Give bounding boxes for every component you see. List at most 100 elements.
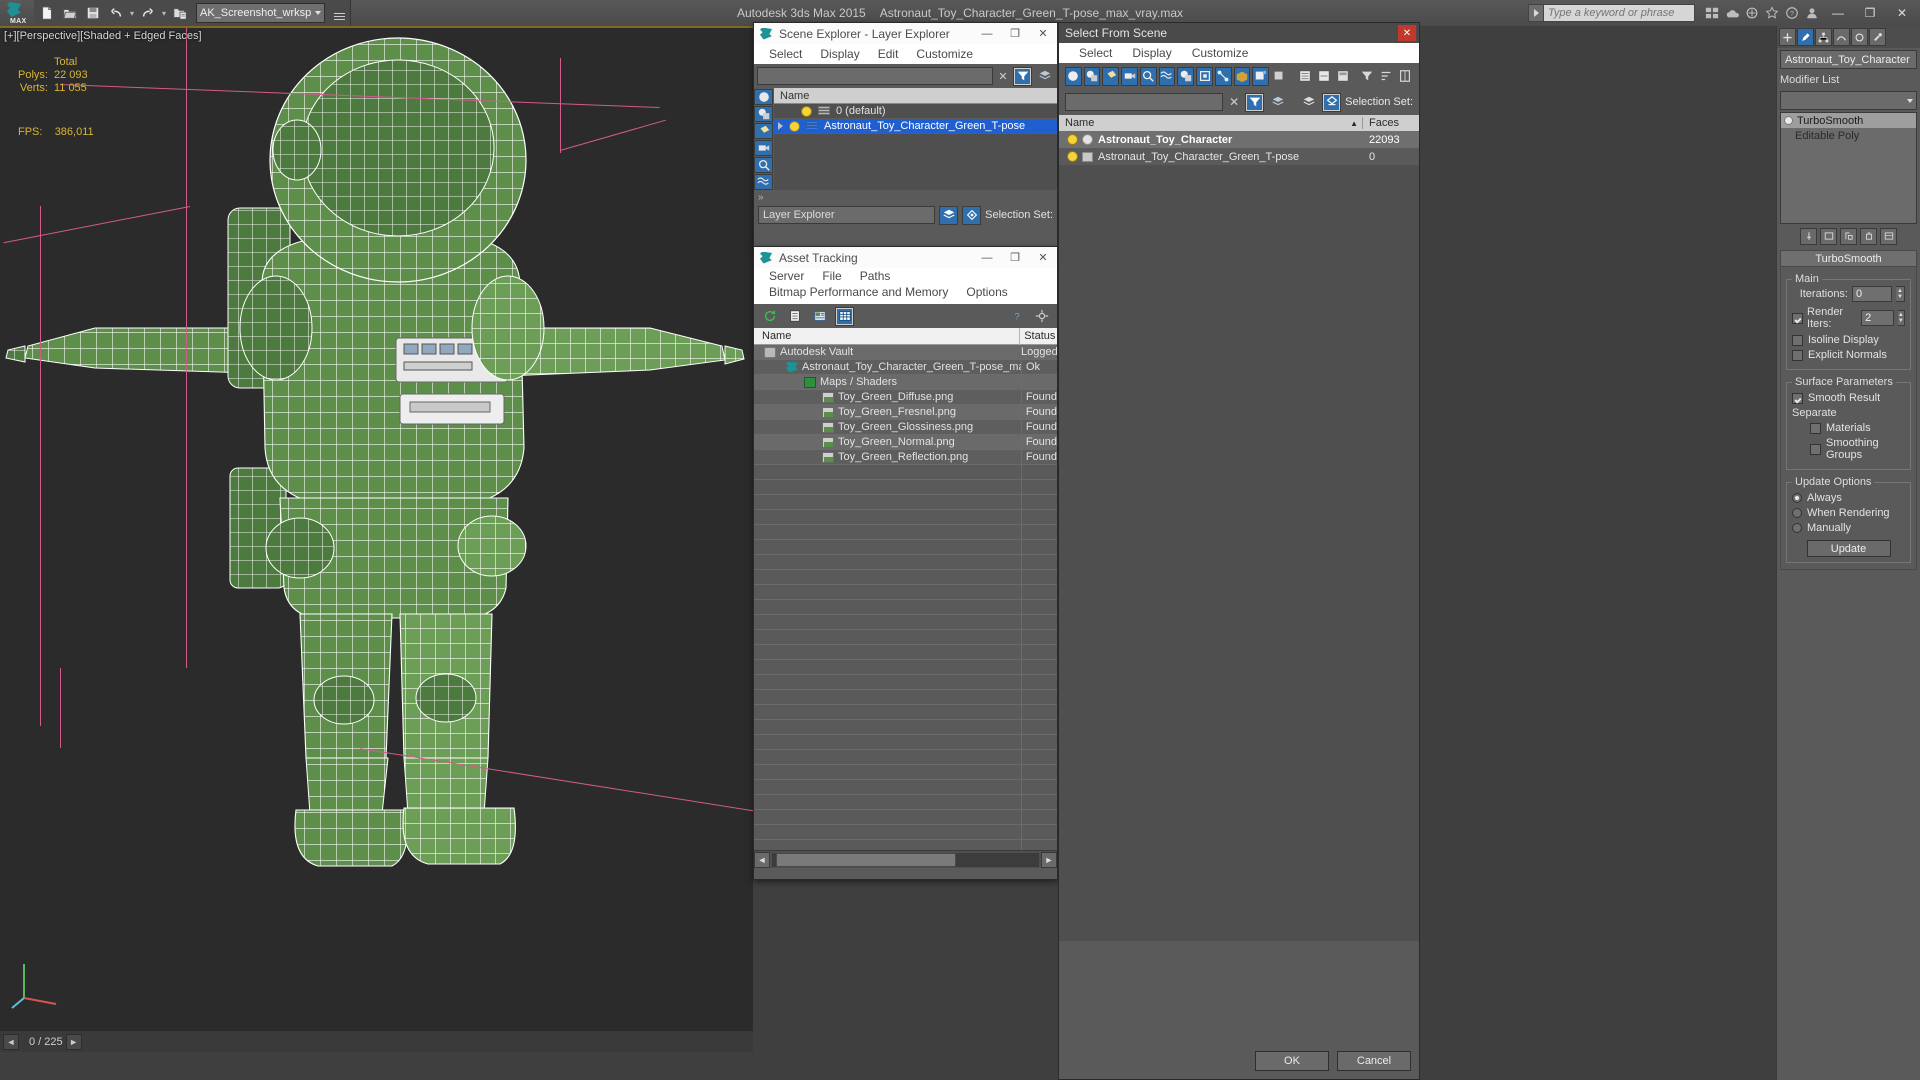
object-visibility-bulb-icon[interactable] (1067, 151, 1078, 162)
redo-icon[interactable] (137, 2, 159, 24)
menu-options[interactable]: Options (957, 284, 1016, 300)
refresh-icon[interactable] (760, 306, 779, 326)
menu-display[interactable]: Display (811, 46, 868, 62)
update-manually-option[interactable]: Manually (1792, 522, 1905, 534)
menu-server[interactable]: Server (760, 268, 813, 284)
hierarchy-tab[interactable] (1815, 28, 1832, 46)
expand-arrow-icon[interactable] (778, 122, 783, 130)
helpers-filter-icon[interactable] (754, 157, 773, 173)
isoline-display-option[interactable]: Isoline Display (1792, 334, 1905, 346)
shapes-filter-icon[interactable] (754, 106, 773, 122)
smoothing-groups-option[interactable]: Smoothing Groups (1792, 437, 1905, 461)
minimize-button[interactable]: — (1823, 2, 1853, 24)
lights-filter-icon[interactable] (1102, 66, 1120, 86)
render-iters-value[interactable]: 2 (1861, 310, 1894, 326)
scroll-left-arrow-icon[interactable]: ◄ (754, 851, 770, 868)
extra-filter-icon[interactable] (1271, 66, 1288, 86)
modifier-stack[interactable]: TurboSmooth Editable Poly (1780, 112, 1917, 224)
layer-visibility-bulb-icon[interactable] (789, 120, 800, 132)
select-from-scene-dialog[interactable]: Select From Scene ✕ Select Display Custo… (1058, 22, 1420, 1080)
explorer-name-field[interactable]: Layer Explorer (758, 206, 936, 224)
geometry-filter-icon[interactable] (754, 89, 773, 105)
asset-row[interactable]: Toy_Green_Glossiness.png Found (754, 419, 1057, 435)
object-visibility-bulb-icon[interactable] (1067, 134, 1078, 145)
column-status[interactable]: Status (1020, 328, 1057, 345)
isoline-display-checkbox[interactable] (1792, 334, 1803, 346)
pin-stack-icon[interactable] (1800, 227, 1817, 245)
show-end-result-icon[interactable] (1820, 227, 1837, 245)
redo-dropdown-icon[interactable]: ▾ (160, 2, 168, 24)
update-always-option[interactable]: Always (1792, 492, 1905, 504)
object-name-field[interactable]: Astronaut_Toy_Character (1780, 50, 1917, 69)
list-view-icon[interactable] (785, 306, 804, 326)
asset-row[interactable]: Toy_Green_Reflection.png Found (754, 449, 1057, 465)
viewport-label[interactable]: [+][Perspective][Shaded + Edged Faces] (4, 30, 202, 42)
layer-visibility-bulb-icon[interactable] (801, 105, 812, 117)
save-file-icon[interactable] (82, 2, 104, 24)
modify-tab[interactable] (1797, 28, 1814, 46)
undo-dropdown-icon[interactable]: ▾ (128, 2, 136, 24)
asset-settings-icon[interactable] (1032, 306, 1051, 326)
asset-tracking-titlebar[interactable]: Asset Tracking — ❐ ✕ (754, 247, 1057, 268)
filter-icon[interactable] (1245, 92, 1265, 112)
layer-row[interactable]: Astronaut_Toy_Character_Green_T-pose (774, 119, 1057, 134)
pin-columns-icon[interactable] (1396, 66, 1413, 86)
xrefs-filter-icon[interactable] (1196, 66, 1213, 86)
column-name[interactable]: Name ▲ (1059, 117, 1363, 129)
explicit-normals-checkbox[interactable] (1792, 349, 1803, 361)
menu-customize[interactable]: Customize (1182, 45, 1259, 61)
menu-select[interactable]: Select (1069, 45, 1122, 61)
create-tab[interactable] (1779, 28, 1796, 46)
workspace-selector[interactable]: AK_Screenshot_wrksp (196, 3, 326, 23)
selection-set-icon[interactable] (962, 205, 982, 225)
menu-paths[interactable]: Paths (851, 268, 900, 284)
autodesk-360-icon[interactable] (1723, 3, 1741, 23)
workspace-grid-icon[interactable] (1703, 3, 1721, 23)
layer-row[interactable]: 0 (default) (774, 104, 1057, 119)
layer-list-icon[interactable] (939, 205, 959, 225)
maximize-button[interactable]: ❐ (1855, 2, 1885, 24)
grid-view-icon[interactable] (835, 306, 854, 326)
search-input[interactable] (1543, 4, 1695, 22)
open-file-icon[interactable] (59, 2, 81, 24)
particles-filter-icon[interactable] (1252, 66, 1270, 86)
scene-explorer-close[interactable]: ✕ (1029, 23, 1057, 44)
modifier-list-dropdown[interactable] (1780, 91, 1917, 110)
asset-row[interactable]: Autodesk Vault Logged (754, 345, 1057, 360)
bones-filter-icon[interactable] (1214, 66, 1232, 86)
ok-button[interactable]: OK (1255, 1051, 1329, 1071)
scroll-right-arrow-icon[interactable]: ► (1041, 851, 1057, 868)
asset-tracking-window[interactable]: Asset Tracking — ❐ ✕ Server File Paths B… (753, 246, 1058, 880)
update-manually-radio[interactable] (1792, 523, 1802, 533)
display-tab[interactable] (1851, 28, 1868, 46)
update-when-rendering-radio[interactable] (1792, 508, 1802, 518)
workspace-menu-icon[interactable] (330, 3, 348, 23)
iterations-field[interactable]: Iterations: 0 ▲ ▼ (1792, 286, 1905, 302)
layers-list-icon[interactable] (1299, 92, 1319, 112)
modifier-stack-item[interactable]: TurboSmooth (1781, 113, 1916, 128)
help-question-icon[interactable]: ? (1007, 306, 1026, 326)
update-button[interactable]: Update (1806, 540, 1891, 557)
menu-display[interactable]: Display (1122, 45, 1181, 61)
render-iters-spinner-icon[interactable]: ▲ ▼ (1897, 310, 1905, 326)
set-project-folder-icon[interactable] (169, 2, 191, 24)
menu-customize[interactable]: Customize (907, 46, 982, 62)
smooth-result-checkbox[interactable] (1792, 392, 1803, 404)
selection-set-icon[interactable] (1322, 92, 1342, 112)
clear-search-icon[interactable]: ✕ (1227, 95, 1241, 109)
menu-edit[interactable]: Edit (869, 46, 908, 62)
materials-checkbox[interactable] (1810, 422, 1821, 434)
next-frame-button[interactable]: ► (65, 1033, 82, 1050)
list-layout-icon[interactable] (1334, 66, 1352, 86)
scroll-track[interactable] (772, 852, 1039, 867)
prev-frame-button[interactable]: ◄ (3, 1033, 19, 1050)
update-when-rendering-option[interactable]: When Rendering (1792, 507, 1905, 519)
new-scene-icon[interactable] (36, 2, 58, 24)
cancel-button[interactable]: Cancel (1337, 1051, 1411, 1071)
materials-option[interactable]: Materials (1792, 422, 1905, 434)
iterations-spinner-icon[interactable]: ▲ ▼ (1896, 286, 1905, 302)
scene-object-row[interactable]: Astronaut_Toy_Character 22093 (1059, 131, 1419, 148)
render-iters-checkbox[interactable] (1792, 312, 1804, 324)
cameras-filter-icon[interactable] (1121, 66, 1138, 86)
select-from-scene-close[interactable]: ✕ (1398, 25, 1416, 41)
